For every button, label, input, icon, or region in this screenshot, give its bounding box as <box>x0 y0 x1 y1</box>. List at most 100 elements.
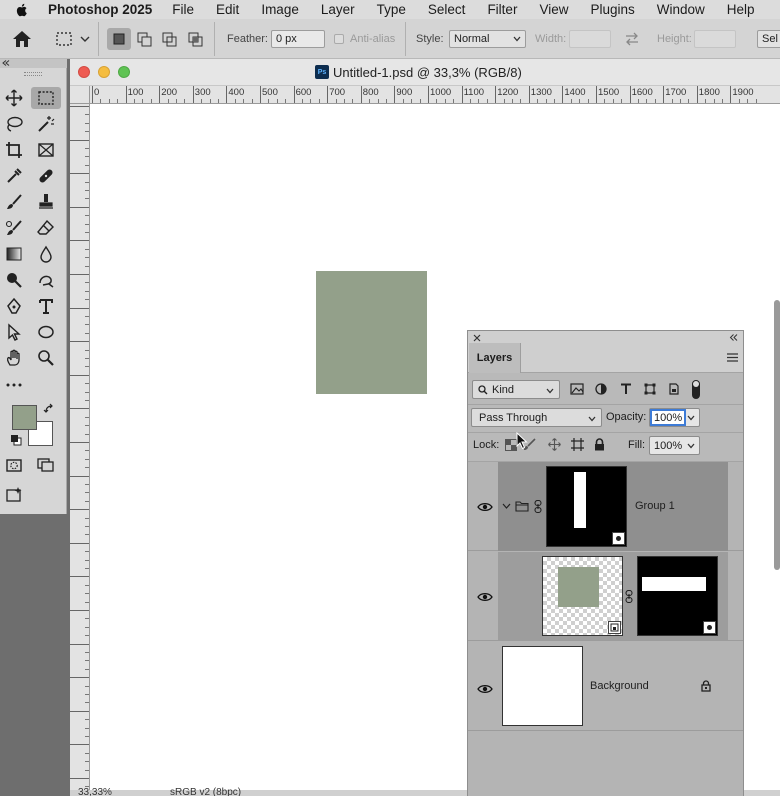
lock-position-icon[interactable] <box>548 438 561 451</box>
height-input[interactable] <box>694 30 736 48</box>
clone-stamp-tool[interactable] <box>35 191 57 213</box>
visibility-eye-icon[interactable] <box>477 592 493 602</box>
type-tool[interactable] <box>35 295 57 317</box>
ruler-minor-tick <box>85 400 89 401</box>
width-input[interactable] <box>569 30 611 48</box>
ruler-origin[interactable] <box>70 86 90 104</box>
canvas-scrollbar[interactable] <box>774 300 780 570</box>
edit-toolbar-button[interactable] <box>3 373 25 395</box>
lock-artboard-icon[interactable] <box>571 438 584 451</box>
history-brush-tool[interactable] <box>3 217 25 239</box>
generative-fill-button[interactable] <box>3 484 25 506</box>
swap-arrows-icon[interactable] <box>624 32 640 46</box>
adjustment-filter-icon[interactable] <box>595 383 607 395</box>
collapse-icon[interactable] <box>2 60 10 66</box>
ellipse-tool[interactable] <box>35 321 57 343</box>
vertical-ruler[interactable] <box>70 104 90 796</box>
green-rectangle-artwork[interactable] <box>316 271 427 394</box>
screen-mode-button[interactable] <box>35 454 57 476</box>
zoom-level[interactable]: 33,33% <box>78 787 112 796</box>
eyedropper-tool[interactable] <box>3 165 25 187</box>
lock-all-icon[interactable] <box>594 438 605 451</box>
layer-thumbnail[interactable] <box>542 556 623 636</box>
magic-wand-tool[interactable] <box>35 113 57 135</box>
intersect-selection-icon[interactable] <box>188 32 204 48</box>
menu-file[interactable]: File <box>172 2 194 17</box>
layer-name[interactable]: Background <box>590 680 649 692</box>
menu-select[interactable]: Select <box>428 2 466 17</box>
fill-field[interactable]: 100% <box>649 436 700 455</box>
blur-tool[interactable] <box>35 243 57 265</box>
background-thumbnail[interactable] <box>502 646 583 726</box>
apple-icon[interactable] <box>14 2 30 18</box>
select-and-mask-button[interactable]: Sel <box>757 30 780 48</box>
menu-view[interactable]: View <box>539 2 568 17</box>
style-select[interactable]: Normal <box>449 30 526 48</box>
horizontal-ruler[interactable]: 0 100 200 300 400 500 600 700 800 900 1000 1100 1200… <box>90 86 780 104</box>
menu-edit[interactable]: Edit <box>216 2 239 17</box>
lasso-tool[interactable] <box>3 113 25 135</box>
menu-window[interactable]: Window <box>657 2 705 17</box>
healing-brush-tool[interactable] <box>35 165 57 187</box>
menu-filter[interactable]: Filter <box>487 2 517 17</box>
menu-type[interactable]: Type <box>377 2 406 17</box>
close-panel-icon[interactable] <box>473 334 481 342</box>
new-selection-button[interactable] <box>107 28 131 50</box>
marquee-preset-icon[interactable] <box>55 31 91 47</box>
eraser-tool[interactable] <box>35 217 57 239</box>
image-filter-icon[interactable] <box>570 383 584 395</box>
pen-tool[interactable] <box>3 295 25 317</box>
layer-name[interactable]: Group 1 <box>635 500 675 512</box>
dodge-tool[interactable] <box>3 269 25 291</box>
mask-link-icon[interactable] <box>534 500 542 513</box>
antialias-checkbox[interactable] <box>334 34 344 44</box>
type-filter-icon[interactable] <box>620 383 632 395</box>
close-window-button[interactable] <box>78 66 90 78</box>
shape-filter-icon[interactable] <box>644 383 656 395</box>
frame-tool[interactable] <box>35 139 57 161</box>
layer-row-masked[interactable] <box>468 552 743 641</box>
collapse-panel-icon[interactable] <box>729 334 738 341</box>
zoom-window-button[interactable] <box>118 66 130 78</box>
menu-layer[interactable]: Layer <box>321 2 355 17</box>
app-menu[interactable]: Photoshop 2025 <box>48 2 152 17</box>
home-icon[interactable] <box>12 30 32 48</box>
swap-colors-icon[interactable] <box>43 403 56 416</box>
layer-mask-thumbnail[interactable] <box>637 556 718 636</box>
gradient-tool[interactable] <box>3 243 25 265</box>
subtract-selection-icon[interactable] <box>162 32 178 48</box>
crop-tool[interactable] <box>3 139 25 161</box>
layer-row-background-layer[interactable]: Background <box>468 642 743 731</box>
smart-object-filter-icon[interactable] <box>668 383 680 395</box>
brush-tool[interactable] <box>3 191 25 213</box>
tab-layers[interactable]: Layers <box>469 343 521 373</box>
layer-row-group[interactable]: Group 1 <box>468 462 743 551</box>
blend-mode-select[interactable]: Pass Through <box>471 408 602 427</box>
quick-mask-button[interactable] <box>3 454 25 476</box>
foreground-color-swatch[interactable] <box>12 405 37 430</box>
menu-help[interactable]: Help <box>727 2 755 17</box>
drag-handle[interactable] <box>24 72 42 76</box>
move-tool[interactable] <box>3 87 25 109</box>
expand-group-chevron-icon[interactable] <box>502 503 511 510</box>
opacity-field[interactable]: 100% <box>649 408 700 427</box>
menu-image[interactable]: Image <box>261 2 299 17</box>
feather-input[interactable]: 0 px <box>271 30 325 48</box>
tools-panel-header[interactable] <box>0 59 67 68</box>
filter-kind-select[interactable]: Kind <box>472 380 560 399</box>
smudge-tool[interactable] <box>35 269 57 291</box>
hand-tool[interactable] <box>3 347 25 369</box>
group-mask-thumbnail[interactable] <box>546 466 627 547</box>
default-colors-icon[interactable] <box>10 434 22 446</box>
add-selection-icon[interactable] <box>137 32 153 48</box>
rectangular-marquee-tool[interactable] <box>31 87 61 109</box>
filter-toggle[interactable] <box>692 380 700 399</box>
zoom-tool[interactable] <box>35 347 57 369</box>
visibility-eye-icon[interactable] <box>477 684 493 694</box>
visibility-eye-icon[interactable] <box>477 502 493 512</box>
minimize-window-button[interactable] <box>98 66 110 78</box>
panel-menu-icon[interactable] <box>727 353 738 362</box>
mask-link-icon[interactable] <box>625 590 633 603</box>
path-selection-tool[interactable] <box>3 321 25 343</box>
menu-plugins[interactable]: Plugins <box>590 2 634 17</box>
